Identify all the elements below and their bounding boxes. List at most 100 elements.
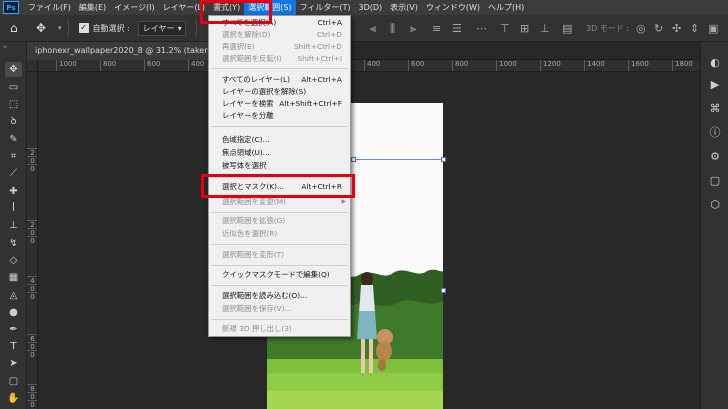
menu-item-new-3d-extrusion[interactable]: 新規 3D 押し出し(3) bbox=[209, 323, 350, 335]
more-options-icon[interactable]: ⋯ bbox=[476, 15, 487, 42]
ruler-tick-label: 1800 bbox=[672, 60, 693, 71]
menu-file[interactable]: ファイル(F) bbox=[24, 0, 75, 15]
3d-panel-icon[interactable]: ⬡ bbox=[707, 198, 723, 212]
menu-item-label: レイヤーの選択を解除(S) bbox=[222, 87, 307, 96]
menu-item-color-range[interactable]: 色域指定(C)... bbox=[209, 134, 350, 146]
color-panel-icon[interactable]: ◐ bbox=[707, 56, 723, 70]
menu-3d[interactable]: 3D(D) bbox=[355, 0, 387, 15]
scale-3d-icon[interactable]: ▣ bbox=[708, 15, 718, 42]
menu-item-focus-area[interactable]: 焦点領域(U)... bbox=[209, 147, 350, 159]
quick-selection-tool-icon[interactable]: ✎ bbox=[5, 132, 22, 147]
slide-3d-icon[interactable]: ⇕ bbox=[690, 15, 699, 42]
artboard-tool-icon[interactable]: ▭ bbox=[5, 80, 22, 95]
ruler-tick-label: 1200 bbox=[540, 60, 561, 71]
ruler-tick-label: 800 bbox=[100, 60, 116, 71]
menu-separator bbox=[211, 285, 348, 286]
menu-separator bbox=[211, 244, 348, 245]
distribute-spacing-icon[interactable]: ▤ bbox=[562, 15, 572, 42]
ruler-tick-label: 1000 bbox=[496, 60, 517, 71]
menu-image[interactable]: イメージ(I) bbox=[110, 0, 158, 15]
menu-edit[interactable]: 編集(E) bbox=[75, 0, 110, 15]
menu-item-shortcut: Shift+Ctrl+I bbox=[297, 54, 342, 63]
menu-help[interactable]: ヘルプ(H) bbox=[484, 0, 528, 15]
clone-stamp-tool-icon[interactable]: ⊥ bbox=[5, 218, 22, 233]
home-icon[interactable]: ⌂ bbox=[10, 21, 28, 35]
move-tool-icon[interactable]: ✥ bbox=[5, 62, 22, 77]
menu-item-select-subject[interactable]: 被写体を選択 bbox=[209, 160, 350, 172]
ruler-tick-label: 0 bbox=[27, 164, 37, 173]
marquee-tool-icon[interactable]: ⬚ bbox=[5, 97, 22, 112]
document-tab[interactable]: iphonexr_wallpaper2020_8 @ 31.2% (takeru… bbox=[27, 42, 210, 60]
menu-item-label: 選択範囲を反転(I) bbox=[222, 54, 282, 63]
right-panel-strip: ◐ ▶ ⌘ ⓘ ⚙ ▢ ⬡ bbox=[700, 42, 728, 409]
gradient-tool-icon[interactable]: ▦ bbox=[5, 270, 22, 285]
healing-brush-tool-icon[interactable]: ✚ bbox=[5, 184, 22, 199]
menu-window[interactable]: ウィンドウ(W) bbox=[422, 0, 484, 15]
crop-tool-icon[interactable]: ⌗ bbox=[5, 149, 22, 164]
type-tool-icon[interactable]: T bbox=[5, 339, 22, 354]
menu-item-label: 近似色を選択(R) bbox=[222, 229, 278, 238]
menu-item-similar[interactable]: 近似色を選択(R) bbox=[209, 228, 350, 240]
tool-preset-chevron-icon[interactable]: ▾ bbox=[58, 24, 62, 32]
auto-select-dropdown[interactable]: レイヤー ▾ bbox=[137, 20, 186, 36]
move-tool-icon[interactable]: ✥ bbox=[36, 21, 58, 35]
blur-tool-icon[interactable]: ◬ bbox=[5, 288, 22, 303]
menu-item-isolate-layers[interactable]: レイヤーを分離 bbox=[209, 110, 350, 122]
collapse-panel-icon[interactable]: » bbox=[0, 42, 27, 52]
vertical-ruler[interactable]: 2 0 0 2 0 0 4 0 0 6 0 0 8 0 0 bbox=[27, 72, 38, 409]
menu-item-transform-selection[interactable]: 選択範囲を変形(T) bbox=[209, 249, 350, 261]
menu-view[interactable]: 表示(V) bbox=[386, 0, 422, 15]
roll-3d-icon[interactable]: ↻ bbox=[654, 15, 663, 42]
auto-select-checkbox[interactable]: ✓ bbox=[78, 23, 89, 33]
adjustments-panel-icon[interactable]: ⚙ bbox=[707, 150, 723, 164]
pan-3d-icon[interactable]: ✣ bbox=[672, 15, 681, 42]
canvas-area[interactable] bbox=[38, 72, 700, 409]
pen-tool-icon[interactable]: ✒ bbox=[5, 322, 22, 337]
layers-panel-icon[interactable]: ▢ bbox=[707, 174, 723, 188]
ruler-origin[interactable] bbox=[27, 60, 38, 72]
align-middle-icon[interactable]: ⊞ bbox=[520, 15, 529, 42]
distribute-vertical-icon[interactable]: ☰ bbox=[452, 15, 462, 42]
menu-item-label: 選択範囲を保存(V)... bbox=[222, 304, 292, 313]
path-selection-tool-icon[interactable]: ➤ bbox=[5, 356, 22, 371]
distribute-icon[interactable]: ≡ bbox=[432, 15, 441, 42]
align-right-icon[interactable]: ⫸ bbox=[410, 15, 416, 42]
ruler-tick-label: 1600 bbox=[628, 60, 649, 71]
dodge-tool-icon[interactable]: ● bbox=[5, 305, 22, 320]
horizontal-ruler[interactable]: 1000 800 600 400 200 0 200 400 600 800 1… bbox=[38, 60, 700, 72]
shape-tool-icon[interactable]: ▢ bbox=[5, 374, 22, 389]
brush-tool-icon[interactable]: ꟾ bbox=[5, 201, 22, 216]
align-left-icon[interactable]: ⫷ bbox=[370, 15, 376, 42]
lasso-tool-icon[interactable]: ꝺ bbox=[5, 114, 22, 129]
info-panel-icon[interactable]: ⓘ bbox=[707, 126, 723, 140]
menu-item-quick-mask[interactable]: クイックマスクモードで編集(Q) bbox=[209, 269, 350, 281]
menu-item-inverse[interactable]: 選択範囲を反転(I) Shift+Ctrl+I bbox=[209, 53, 350, 65]
menu-item-deselect[interactable]: 選択を解除(D) Ctrl+D bbox=[209, 29, 350, 41]
align-top-icon[interactable]: ⊤ bbox=[500, 15, 510, 42]
transform-handle[interactable] bbox=[351, 157, 356, 162]
menu-separator bbox=[211, 212, 348, 213]
align-center-icon[interactable]: ⫼ bbox=[390, 15, 395, 42]
history-brush-tool-icon[interactable]: ↯ bbox=[5, 236, 22, 251]
hand-tool-icon[interactable]: ✋ bbox=[5, 391, 22, 406]
menu-item-save-selection[interactable]: 選択範囲を保存(V)... bbox=[209, 303, 350, 315]
photoshop-logo-icon[interactable]: Ps bbox=[3, 1, 19, 14]
eyedropper-tool-icon[interactable]: ⟋ bbox=[5, 166, 22, 181]
menu-item-label: 焦点領域(U)... bbox=[222, 148, 270, 157]
menu-item-all-layers[interactable]: すべてのレイヤー(L) Alt+Ctrl+A bbox=[209, 74, 350, 86]
transform-handle[interactable] bbox=[441, 157, 446, 162]
menu-item-label: すべてのレイヤー(L) bbox=[222, 75, 290, 84]
menu-item-grow[interactable]: 選択範囲を拡張(G) bbox=[209, 215, 350, 227]
menu-item-deselect-layers[interactable]: レイヤーの選択を解除(S) bbox=[209, 86, 350, 98]
history-panel-icon[interactable]: ⌘ bbox=[707, 102, 723, 116]
menu-item-find-layers[interactable]: レイヤーを検索 Alt+Shift+Ctrl+F bbox=[209, 98, 350, 110]
menu-item-load-selection[interactable]: 選択範囲を読み込む(O)... bbox=[209, 290, 350, 302]
transform-handle[interactable] bbox=[441, 288, 446, 293]
menu-filter[interactable]: フィルター(T) bbox=[296, 0, 355, 15]
align-bottom-icon[interactable]: ⊥ bbox=[540, 15, 550, 42]
menu-item-reselect[interactable]: 再選択(E) Shift+Ctrl+D bbox=[209, 41, 350, 53]
eraser-tool-icon[interactable]: ◇ bbox=[5, 253, 22, 268]
play-actions-icon[interactable]: ▶ bbox=[707, 78, 723, 92]
orbit-3d-icon[interactable]: ◎ bbox=[636, 15, 646, 42]
chevron-down-icon: ▾ bbox=[177, 23, 182, 33]
